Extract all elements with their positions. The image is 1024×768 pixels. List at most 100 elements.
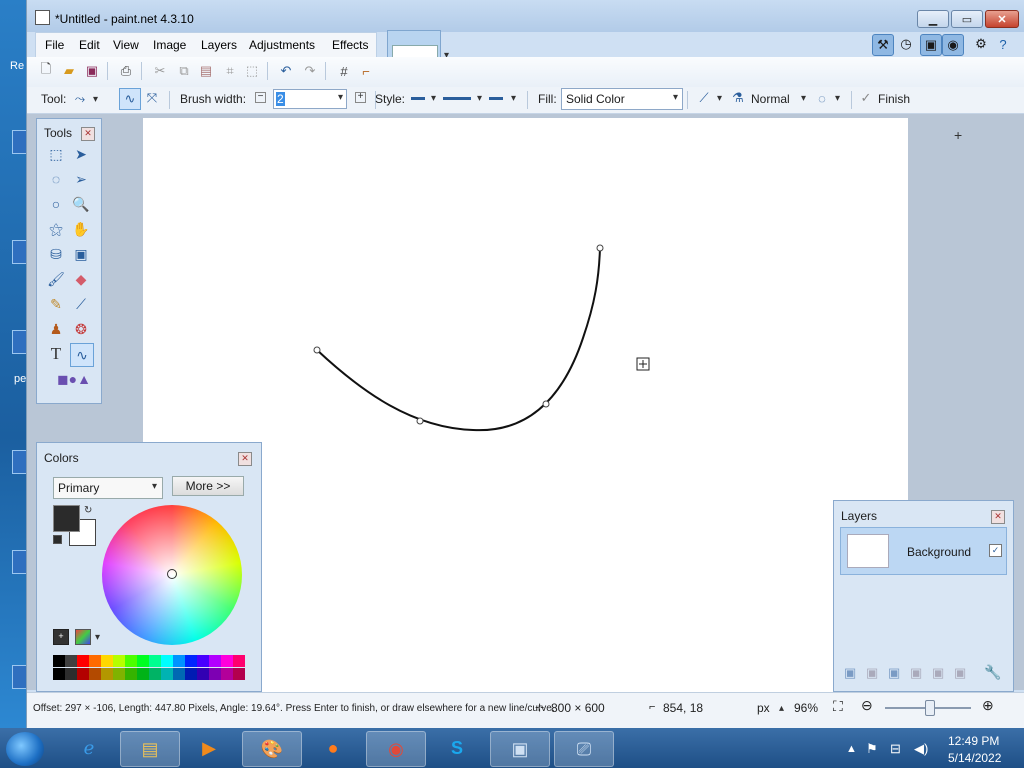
palette-swatch[interactable] — [185, 668, 197, 680]
recolor-icon[interactable]: ❂ — [70, 318, 92, 340]
open-file-icon[interactable]: ▰ — [60, 62, 78, 80]
delete-layer-icon[interactable]: ▣ — [866, 665, 878, 681]
duplicate-layer-icon[interactable]: ▣ — [888, 665, 900, 681]
palette-swatch[interactable] — [197, 668, 209, 680]
palette-swatch[interactable] — [113, 668, 125, 680]
palette-swatch[interactable] — [221, 668, 233, 680]
decrease-width-icon[interactable]: − — [255, 92, 266, 103]
pencil-icon[interactable]: ✎ — [45, 293, 67, 315]
clone-stamp-icon[interactable]: ♟ — [45, 318, 67, 340]
color-mode-dropdown-icon[interactable]: ▾ — [152, 481, 157, 492]
internet-explorer-icon[interactable]: ℯ — [60, 731, 118, 765]
more-colors-button[interactable]: More >> — [172, 476, 244, 496]
palette-swatch[interactable] — [53, 655, 65, 667]
palette-swatch[interactable] — [137, 668, 149, 680]
action-center-icon[interactable]: ⚑ — [866, 741, 878, 757]
remote-desktop-icon[interactable]: ⎚ — [554, 731, 614, 767]
close-button[interactable]: ✕ — [985, 10, 1019, 28]
save-icon[interactable]: ▣ — [83, 62, 101, 80]
antialias-dropdown-icon[interactable]: ▾ — [717, 93, 722, 104]
color-wheel-handle[interactable] — [167, 569, 177, 579]
primary-color-swatch[interactable] — [53, 505, 80, 532]
firefox-icon[interactable]: ● — [304, 731, 362, 765]
palette-swatch[interactable] — [125, 668, 137, 680]
maximize-button[interactable]: ▭ — [951, 10, 983, 28]
color-picker-icon[interactable]: ⟋ — [70, 293, 92, 315]
start-style-dropdown-icon[interactable]: ▾ — [431, 93, 436, 104]
move-layer-down-icon[interactable]: ▣ — [954, 665, 966, 681]
shapes-icon[interactable]: ◼●▲ — [57, 368, 91, 390]
palette-dropdown-icon[interactable]: ▾ — [95, 632, 100, 643]
rectangle-select-icon[interactable]: ⬚ — [45, 143, 67, 165]
palette-swatch[interactable] — [77, 655, 89, 667]
add-layer-icon[interactable]: ▣ — [844, 665, 856, 681]
menu-edit[interactable]: Edit — [79, 38, 100, 52]
zoom-in-icon[interactable]: ⊕ — [982, 697, 994, 714]
palette-swatch[interactable] — [197, 655, 209, 667]
palette-swatch[interactable] — [101, 668, 113, 680]
brush-width-input[interactable]: 2 ▾ — [273, 89, 347, 109]
palette-swatch[interactable] — [125, 655, 137, 667]
history-toggle-icon[interactable]: ◷ — [896, 34, 916, 54]
copy-icon[interactable]: ⧉ — [175, 62, 193, 80]
fill-select[interactable]: Solid Color ▾ — [561, 88, 683, 110]
menu-file[interactable]: File — [45, 38, 64, 52]
palette-swatch[interactable] — [89, 655, 101, 667]
palette-swatch[interactable] — [89, 668, 101, 680]
cut-icon[interactable]: ✂ — [151, 62, 169, 80]
palette-swatch[interactable] — [77, 668, 89, 680]
zoom-to-window-icon[interactable]: ⛶ — [833, 698, 843, 715]
skype-icon[interactable]: S — [428, 731, 486, 765]
deselect-icon[interactable]: ⬚ — [243, 62, 261, 80]
palette-swatch[interactable] — [113, 655, 125, 667]
layers-toggle-icon[interactable]: ▣ — [920, 34, 942, 56]
move-selection-icon[interactable]: ➤ — [70, 143, 92, 165]
print-icon[interactable]: ⎙ — [117, 62, 135, 80]
undo-icon[interactable]: ↶ — [277, 62, 295, 80]
merge-layer-icon[interactable]: ▣ — [910, 665, 922, 681]
zoom-out-icon[interactable]: ⊖ — [861, 697, 873, 714]
layer-row-background[interactable]: Background ✓ — [840, 527, 1007, 575]
spline-mode-icon[interactable]: ∿ — [119, 88, 141, 110]
blend-dropdown-icon[interactable]: ▾ — [801, 93, 806, 104]
gradient-icon[interactable]: ▣ — [70, 243, 92, 265]
palette-swatch[interactable] — [149, 668, 161, 680]
start-button[interactable] — [6, 732, 44, 766]
app-icon[interactable] — [35, 10, 50, 25]
move-layer-up-icon[interactable]: ▣ — [932, 665, 944, 681]
line-end-style-icon[interactable] — [489, 97, 503, 100]
minimize-button[interactable]: ▁ — [917, 10, 949, 28]
palette-menu-icon[interactable] — [75, 629, 91, 645]
volume-icon[interactable]: ◀) — [914, 741, 928, 757]
antialias-icon[interactable]: ⟋ — [695, 89, 713, 107]
line-start-style-icon[interactable] — [411, 97, 425, 100]
palette-swatch[interactable] — [161, 655, 173, 667]
paste-icon[interactable]: ▤ — [197, 62, 215, 80]
eraser-icon[interactable]: ◆ — [70, 268, 92, 290]
layer-properties-icon[interactable]: 🔧 — [984, 664, 1001, 681]
ellipse-select-icon[interactable]: ○ — [45, 193, 67, 215]
curve-handle[interactable] — [542, 400, 550, 408]
palette-swatch[interactable] — [65, 668, 77, 680]
blend-mode-value[interactable]: Normal — [751, 92, 790, 106]
palette-swatch[interactable] — [221, 655, 233, 667]
chrome-icon[interactable]: ◉ — [366, 731, 426, 767]
lasso-select-icon[interactable]: ◌ — [45, 168, 67, 190]
menu-image[interactable]: Image — [153, 38, 186, 52]
palette-swatch[interactable] — [149, 655, 161, 667]
colors-panel-close-icon[interactable]: ✕ — [238, 452, 252, 466]
network-icon[interactable]: ⊟ — [890, 741, 901, 757]
palette-swatch[interactable] — [101, 655, 113, 667]
settings-gear-icon[interactable]: ⚙ — [971, 34, 991, 54]
palette-swatch[interactable] — [185, 655, 197, 667]
menu-view[interactable]: View — [113, 38, 139, 52]
tool-dropdown-icon[interactable]: ▾ — [93, 94, 98, 105]
tools-panel-close-icon[interactable]: ✕ — [81, 127, 95, 141]
clipping-dropdown-icon[interactable]: ▾ — [835, 93, 840, 104]
line-dash-style-icon[interactable] — [443, 97, 471, 100]
swap-colors-icon[interactable]: ↻ — [84, 505, 92, 516]
help-icon[interactable]: ? — [993, 34, 1013, 54]
redo-icon[interactable]: ↷ — [301, 62, 319, 80]
palette-swatch[interactable] — [137, 655, 149, 667]
tools-toggle-icon[interactable]: ⚒ — [872, 34, 894, 56]
